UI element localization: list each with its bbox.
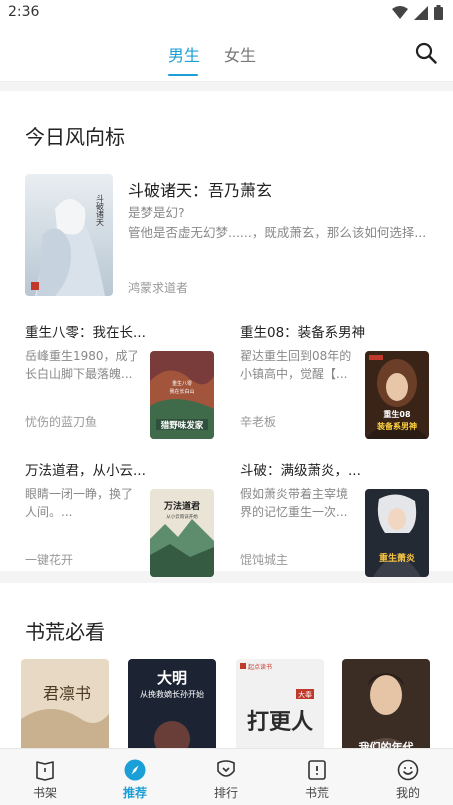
svg-text:我在长白山: 我在长白山 [169, 388, 194, 395]
section-title-must-read: 书荒必看 [25, 620, 105, 644]
nav-ranking[interactable]: 排行 [181, 749, 271, 805]
featured-book-author: 鸿蒙求道者 [128, 281, 189, 295]
tab-male[interactable]: 男生 [168, 42, 200, 66]
smiley-icon [397, 759, 419, 781]
must-read-book-cover[interactable]: 起点读书 打更人 大奉 [236, 659, 324, 748]
status-time: 2:36 [8, 4, 40, 20]
book-author: 一键花开 [25, 553, 74, 567]
book-author: 辛老板 [240, 415, 277, 429]
svg-text:重生08: 重生08 [383, 409, 411, 419]
nav-profile[interactable]: 我的 [363, 749, 453, 805]
book-title: 重生八零：我在长... [25, 325, 146, 341]
nav-label: 书荒 [304, 786, 329, 800]
book-desc-line: 岳峰重生1980，成了 [25, 349, 137, 363]
book-item[interactable]: 万法道君，从小云... 眼睛一闭一睁，换了 人间。... 一键花开 万法道君 从… [25, 459, 225, 599]
section-title-trend: 今日风向标 [25, 125, 125, 149]
nav-book-shortage[interactable]: 书荒 [272, 749, 362, 805]
book-desc-line: 翟达重生回到08年的 [240, 349, 352, 363]
svg-text:打更人: 打更人 [247, 709, 313, 735]
svg-text:大奉: 大奉 [298, 690, 312, 699]
svg-text:猎野味发家: 猎野味发家 [160, 420, 204, 431]
nav-label: 书架 [32, 786, 57, 800]
must-read-book-cover[interactable]: 君凛书 [21, 659, 109, 748]
book-item[interactable]: 斗破：满级萧炎，... 假如萧炎带着主宰境 界的记忆重生一次... 馄饨城主 重… [240, 459, 440, 599]
book-description: 眼睛一闭一睁，换了 人间。... [25, 485, 137, 521]
book-description: 岳峰重生1980，成了 长白山脚下最落魄... [25, 347, 137, 383]
must-read-section: 书荒必看 君凛书 大明 从挽救嫡长孙开始 起点读书 打更人 大奉 我们的年代 [0, 583, 453, 748]
nav-label: 推荐 [122, 786, 147, 800]
must-read-book-cover[interactable]: 我们的年代 [342, 659, 430, 748]
featured-book-cover[interactable]: 斗破诸天 [25, 174, 113, 296]
svg-text:万法道君: 万法道君 [163, 500, 200, 512]
bookshelf-icon [36, 761, 54, 781]
featured-desc-line: 管他是否虚无幻梦......，既成萧玄，那么该如何选择... [128, 225, 427, 240]
svg-text:君凛书: 君凛书 [43, 684, 91, 703]
svg-text:起点读书: 起点读书 [248, 663, 272, 671]
book-author: 忧伤的蓝刀鱼 [25, 415, 98, 429]
book-cover: 重生08 装备系男神 [365, 351, 429, 439]
book-author: 馄饨城主 [240, 553, 289, 567]
nav-label: 排行 [213, 786, 238, 800]
featured-book-description: 是梦是幻? 管他是否虚无幻梦......，既成萧玄，那么该如何选择... [128, 203, 433, 243]
book-cover: 重生八零 我在长白山 猎野味发家 [150, 351, 214, 439]
svg-text:从小云雨诀开始: 从小云雨诀开始 [166, 513, 198, 520]
book-description: 翟达重生回到08年的 小镇高中，觉醒【... [240, 347, 352, 383]
svg-text:装备系男神: 装备系男神 [376, 421, 417, 431]
ranking-icon [217, 760, 235, 777]
featured-book-title[interactable]: 斗破诸天：吾乃萧玄 [128, 177, 272, 201]
bottom-navigation: 书架 推荐 排行 书荒 我的 [0, 748, 453, 805]
svg-text:大明: 大明 [157, 669, 187, 687]
book-item[interactable]: 重生八零：我在长... 岳峰重生1980，成了 长白山脚下最落魄... 忧伤的蓝… [25, 321, 225, 461]
book-desc-line: 界的记忆重生一次... [240, 505, 348, 519]
status-icons [392, 5, 443, 20]
book-desc-line: 人间。... [25, 505, 73, 519]
nav-label: 我的 [395, 786, 420, 800]
content-area[interactable]: 今日风向标 斗破诸天 斗破诸天：吾乃萧玄 是梦是幻? 管他是否虚无幻梦.....… [0, 83, 453, 748]
svg-text:重生萧炎: 重生萧炎 [379, 552, 415, 564]
must-read-book-cover[interactable]: 大明 从挽救嫡长孙开始 [128, 659, 216, 748]
svg-text:从挽救嫡长孙开始: 从挽救嫡长孙开始 [140, 689, 204, 699]
top-navigation: 男生 女生 [0, 26, 453, 82]
book-title: 斗破：满级萧炎，... [240, 463, 361, 479]
nav-bookshelf[interactable]: 书架 [0, 749, 90, 805]
book-cover: 万法道君 从小云雨诀开始 [150, 489, 214, 577]
tab-female[interactable]: 女生 [224, 42, 256, 66]
trend-section: 今日风向标 斗破诸天 斗破诸天：吾乃萧玄 是梦是幻? 管他是否虚无幻梦.....… [0, 91, 453, 577]
search-icon[interactable] [415, 42, 437, 64]
battery-icon [434, 5, 443, 20]
book-desc-line: 假如萧炎带着主宰境 [240, 487, 349, 501]
book-item[interactable]: 重生08：装备系男神 翟达重生回到08年的 小镇高中，觉醒【... 辛老板 重生… [240, 321, 440, 461]
status-bar: 2:36 [0, 0, 453, 26]
nav-recommend[interactable]: 推荐 [90, 749, 180, 805]
book-title: 重生08：装备系男神 [240, 325, 366, 341]
wifi-icon [392, 5, 408, 19]
book-desc-line: 长白山脚下最落魄... [25, 367, 133, 381]
svg-text:重生八零: 重生八零 [172, 380, 192, 387]
compass-icon [124, 759, 146, 781]
book-alert-icon [308, 760, 326, 780]
signal-icon [414, 5, 428, 20]
book-desc-line: 眼睛一闭一睁，换了 [25, 487, 134, 501]
active-tab-indicator [168, 74, 198, 76]
featured-desc-line: 是梦是幻? [128, 205, 185, 220]
book-desc-line: 小镇高中，觉醒【... [240, 367, 348, 381]
book-description: 假如萧炎带着主宰境 界的记忆重生一次... [240, 485, 352, 521]
svg-text:斗破诸天: 斗破诸天 [96, 194, 105, 227]
book-title: 万法道君，从小云... [25, 463, 146, 479]
book-cover: 重生萧炎 [365, 489, 429, 577]
svg-text:我们的年代: 我们的年代 [359, 740, 414, 748]
